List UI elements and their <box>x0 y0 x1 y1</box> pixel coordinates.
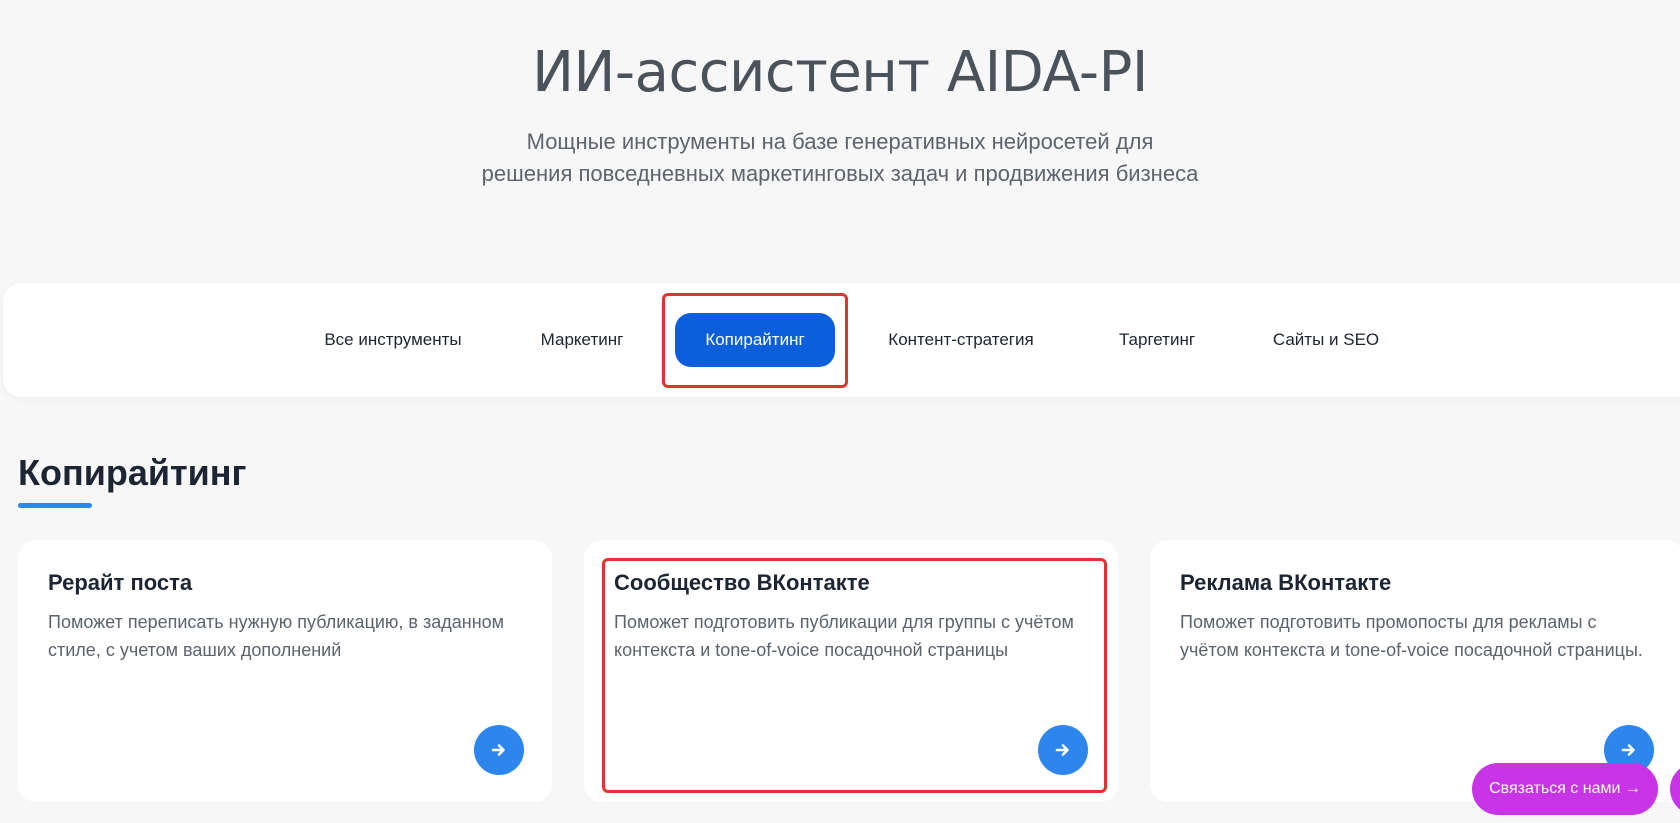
contact-us-button[interactable]: Связаться с нами → <box>1472 763 1658 815</box>
card-open-button[interactable] <box>474 725 524 775</box>
tab-targeting[interactable]: Таргетинг <box>1102 313 1212 367</box>
section-title: Копирайтинг <box>18 452 247 493</box>
section-title-underline <box>18 503 92 508</box>
card-highlight-frame <box>602 558 1107 793</box>
page-title: ИИ-ассистент AIDA-PI <box>532 40 1148 105</box>
page-subtitle: Мощные инструменты на базе генеративных … <box>0 126 1680 190</box>
tool-card-rewrite[interactable]: Рерайт поста Поможет переписать нужную п… <box>18 540 552 802</box>
arrow-right-icon <box>491 744 505 756</box>
subtitle-line-1: Мощные инструменты на базе генеративных … <box>526 129 1154 154</box>
tab-all-tools[interactable]: Все инструменты <box>300 313 486 367</box>
tab-marketing[interactable]: Маркетинг <box>522 313 642 367</box>
tab-content-strategy[interactable]: Контент-стратегия <box>876 313 1046 367</box>
card-title: Рерайт поста <box>48 570 193 595</box>
card-description: Поможет подготовить промопосты для рекла… <box>1180 612 1643 660</box>
tab-sites-seo[interactable]: Сайты и SEO <box>1266 313 1386 367</box>
subtitle-line-2: решения повседневных маркетинговых задач… <box>481 161 1199 186</box>
card-description: Поможет переписать нужную публикацию, в … <box>48 612 505 660</box>
arrow-right-icon <box>1621 744 1635 756</box>
tab-highlight-frame <box>662 293 848 388</box>
card-title: Реклама ВКонтакте <box>1180 570 1392 595</box>
